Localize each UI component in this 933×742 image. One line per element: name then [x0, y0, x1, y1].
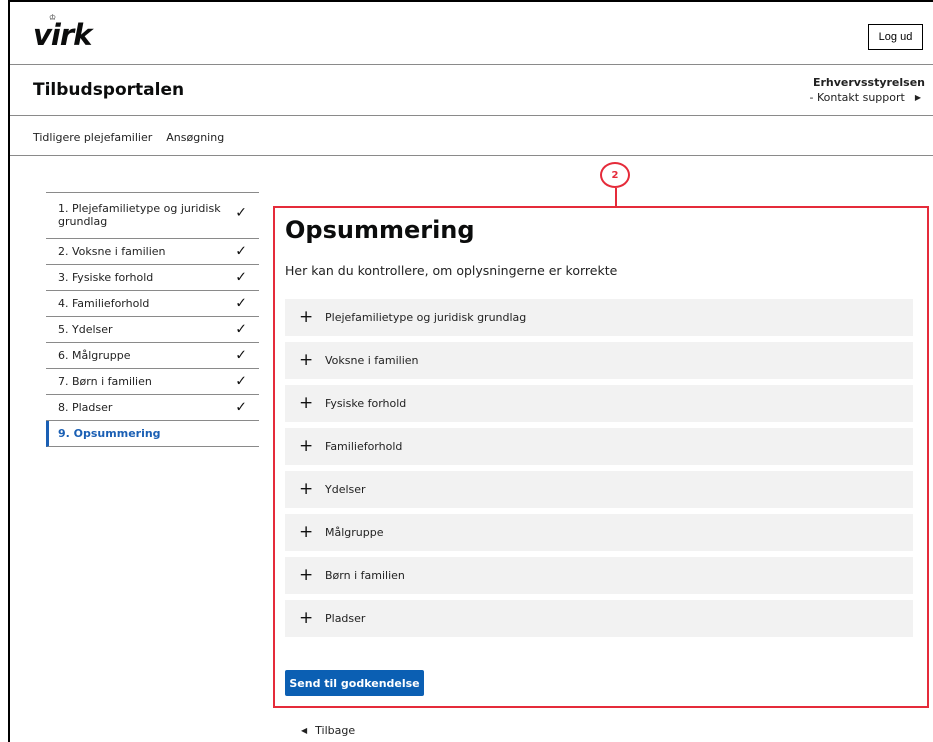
accordion-item-adults[interactable]: + Voksne i familien — [285, 342, 913, 379]
accordion-item-services[interactable]: + Ydelser — [285, 471, 913, 508]
step-label: 7. Børn i familien — [58, 375, 152, 388]
step-label: 6. Målgruppe — [58, 349, 131, 362]
send-for-approval-button[interactable]: Send til godkendelse — [285, 670, 424, 696]
step-item-5[interactable]: 5. Ydelser ✓ — [46, 317, 259, 343]
nav-item-application[interactable]: Ansøgning — [166, 131, 224, 144]
accordion-label: Børn i familien — [325, 569, 405, 582]
checkmark-icon: ✓ — [235, 399, 247, 415]
annotation-marker: 2 — [600, 162, 630, 188]
step-label: 4. Familieforhold — [58, 297, 150, 310]
step-label: 8. Pladser — [58, 401, 113, 414]
step-item-6[interactable]: 6. Målgruppe ✓ — [46, 343, 259, 369]
summary-accordion: + Plejefamilietype og juridisk grundlag … — [285, 299, 913, 643]
accordion-label: Målgruppe — [325, 526, 384, 539]
window-border-left — [8, 0, 10, 742]
annotation-connector — [615, 188, 617, 207]
top-navigation: Tidligere plejefamilier Ansøgning — [33, 131, 224, 144]
step-item-9-active[interactable]: 9. Opsummering — [46, 421, 259, 447]
step-item-2[interactable]: 2. Voksne i familien ✓ — [46, 239, 259, 265]
plus-icon: + — [299, 479, 314, 499]
accordion-label: Ydelser — [325, 483, 366, 496]
step-label: 5. Ydelser — [58, 323, 113, 336]
page-title: Opsummering — [285, 216, 475, 244]
title-divider — [10, 115, 933, 116]
checkmark-icon: ✓ — [235, 347, 247, 363]
accordion-label: Pladser — [325, 612, 366, 625]
accordion-label: Plejefamilietype og juridisk grundlag — [325, 311, 527, 324]
back-label: Tilbage — [315, 724, 356, 737]
nav-item-previous-foster-families[interactable]: Tidligere plejefamilier — [33, 131, 152, 144]
accordion-item-children[interactable]: + Børn i familien — [285, 557, 913, 594]
checkmark-icon: ✓ — [235, 295, 247, 311]
checkmark-icon: ✓ — [235, 205, 247, 221]
logout-button[interactable]: Log ud — [868, 24, 923, 50]
portal-title: Tilbudsportalen — [33, 80, 185, 100]
step-item-7[interactable]: 7. Børn i familien ✓ — [46, 369, 259, 395]
page-intro: Her kan du kontrollere, om oplysningerne… — [285, 263, 618, 278]
organization-name: Erhvervsstyrelsen — [812, 76, 925, 89]
accordion-label: Voksne i familien — [325, 354, 419, 367]
accordion-item-target-group[interactable]: + Målgruppe — [285, 514, 913, 551]
checkmark-icon: ✓ — [235, 243, 247, 259]
checkmark-icon: ✓ — [235, 269, 247, 285]
plus-icon: + — [299, 393, 314, 413]
plus-icon: + — [299, 350, 314, 370]
step-label: 2. Voksne i familien — [58, 245, 166, 258]
step-label: 9. Opsummering — [58, 427, 161, 440]
accordion-label: Fysiske forhold — [325, 397, 407, 410]
plus-icon: + — [299, 522, 314, 542]
step-item-3[interactable]: 3. Fysiske forhold ✓ — [46, 265, 259, 291]
step-item-4[interactable]: 4. Familieforhold ✓ — [46, 291, 259, 317]
back-link[interactable]: ◀ Tilbage — [301, 724, 355, 737]
step-label: 1. Plejefamilietype og juridisk grundlag — [58, 202, 221, 228]
caret-left-icon: ◀ — [301, 726, 308, 735]
step-label: 3. Fysiske forhold — [58, 271, 154, 284]
window-border-top — [8, 0, 933, 2]
plus-icon: + — [299, 565, 314, 585]
accordion-label: Familieforhold — [325, 440, 403, 453]
header-divider — [10, 64, 933, 65]
accordion-item-places[interactable]: + Pladser — [285, 600, 913, 637]
caret-right-icon: ▶ — [914, 93, 921, 102]
accordion-item-foster-family-type[interactable]: + Plejefamilietype og juridisk grundlag — [285, 299, 913, 336]
step-navigation: 1. Plejefamilietype og juridisk grundlag… — [46, 192, 259, 447]
virk-logo[interactable]: virk — [33, 18, 92, 52]
checkmark-icon: ✓ — [235, 321, 247, 337]
contact-support-link[interactable]: - Kontakt support ▶ — [810, 91, 921, 104]
plus-icon: + — [299, 608, 314, 628]
accordion-item-physical-conditions[interactable]: + Fysiske forhold — [285, 385, 913, 422]
checkmark-icon: ✓ — [235, 373, 247, 389]
plus-icon: + — [299, 436, 314, 456]
nav-divider — [10, 155, 933, 156]
step-item-8[interactable]: 8. Pladser ✓ — [46, 395, 259, 421]
accordion-item-family-relations[interactable]: + Familieforhold — [285, 428, 913, 465]
step-item-1[interactable]: 1. Plejefamilietype og juridisk grundlag… — [46, 193, 259, 239]
contact-support-label: - Kontakt support — [809, 91, 905, 104]
plus-icon: + — [299, 307, 314, 327]
